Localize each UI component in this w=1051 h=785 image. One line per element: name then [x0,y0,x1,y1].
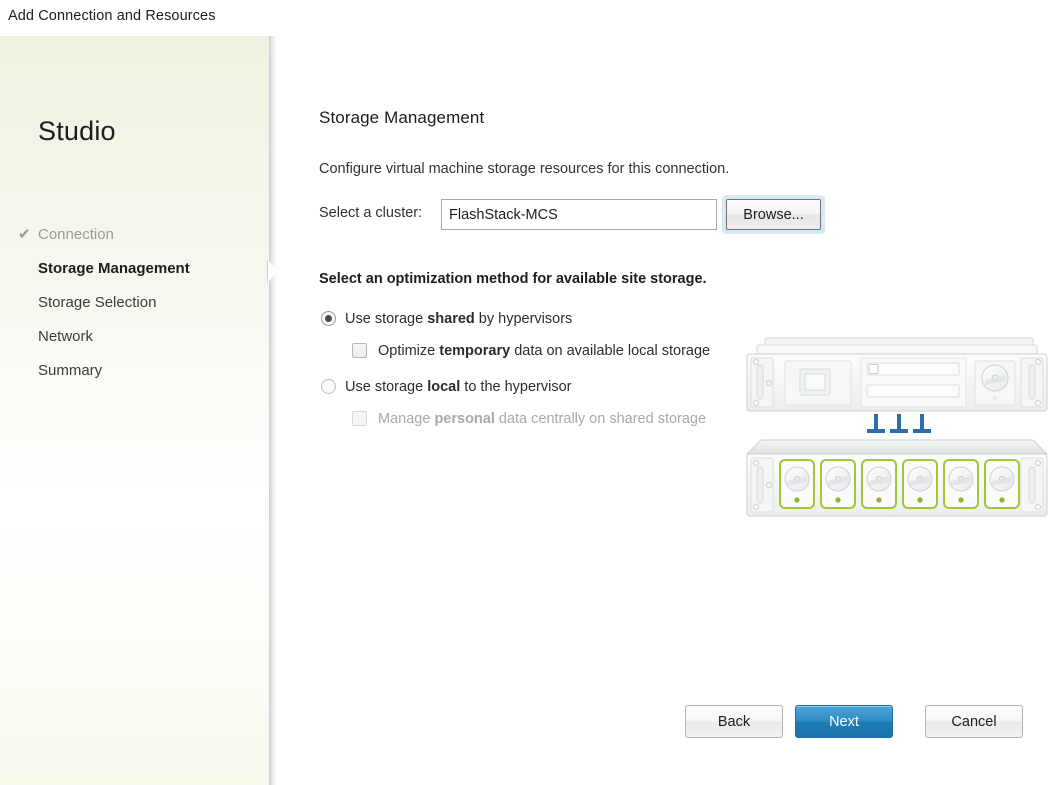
studio-brand: Studio [38,116,116,146]
sidebar-item-network[interactable]: Network [38,320,258,354]
dialog-footer: Back Next Cancel [277,705,1051,785]
checkbox-personal-label: Manage personal data centrally on shared… [378,411,707,427]
shared-storage-illustration-icon [745,337,1049,517]
dialog-body: Studio ✔ Connection Storage Management S… [0,36,1051,785]
sidebar-item-storage-selection[interactable]: Storage Selection [38,286,258,320]
radio-shared-icon[interactable] [321,311,336,326]
browse-button[interactable]: Browse... [726,199,821,230]
cancel-button[interactable]: Cancel [925,705,1023,738]
window-title: Add Connection and Resources [8,8,216,24]
cluster-label: Select a cluster: [319,205,423,221]
wizard-sidebar: Studio ✔ Connection Storage Management S… [0,36,269,785]
radio-local-icon[interactable] [321,379,336,394]
sidebar-item-label: Connection [38,226,114,243]
sidebar-item-label: Summary [38,362,103,379]
connector-icons [867,414,931,433]
radio-option-shared[interactable]: Use storage shared by hypervisors [319,308,1029,335]
sidebar-item-summary[interactable]: Summary [38,354,258,388]
sidebar-item-storage-management[interactable]: Storage Management [38,252,258,286]
title-bar: Add Connection and Resources [0,0,1051,36]
radio-local-label: Use storage local to the hypervisor [345,379,572,395]
checkbox-temporary-icon[interactable] [352,343,367,358]
shared-storage-diagram [739,336,1051,531]
checkbox-temporary-label: Optimize temporary data on available loc… [378,343,711,359]
cluster-input[interactable] [441,199,717,230]
options-title: Select an optimization method for availa… [319,271,707,287]
sidebar-item-connection[interactable]: ✔ Connection [18,218,258,252]
sidebar-item-label: Storage Management [38,260,190,277]
add-connection-and-resources-dialog: Add Connection and Resources Studio ✔ Co… [0,0,1051,785]
sidebar-item-label: Storage Selection [38,294,157,311]
next-button[interactable]: Next [795,705,893,738]
browse-focus-ring: Browse... [722,195,825,234]
radio-shared-label: Use storage shared by hypervisors [345,311,573,327]
back-button[interactable]: Back [685,705,783,738]
check-icon: ✔ [18,226,31,243]
wizard-content-panel: Storage Management Configure virtual mac… [277,36,1051,785]
page-description: Configure virtual machine storage resour… [319,161,730,177]
storage-management-form: Storage Management Configure virtual mac… [319,108,1049,517]
wizard-steps: ✔ Connection Storage Management Storage … [18,218,258,388]
checkbox-personal-icon [352,411,367,426]
page-title: Storage Management [319,108,485,127]
sidebar-item-label: Network [38,328,94,345]
cluster-row: Select a cluster: Browse... [319,195,1029,234]
panel-divider [268,36,278,785]
